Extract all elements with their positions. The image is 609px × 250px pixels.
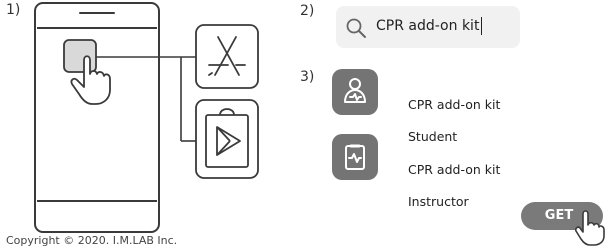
- instructor-app-icon[interactable]: [332, 134, 378, 180]
- app-label-instructor: CPR add-on kit Instructor: [408, 146, 500, 226]
- app-result-instructor[interactable]: CPR add-on kit Instructor: [332, 134, 532, 209]
- app-result-student[interactable]: CPR add-on kit Student: [332, 69, 532, 144]
- search-icon: [346, 18, 366, 38]
- app-name: CPR add-on kit: [408, 97, 501, 112]
- phone-illustration: [34, 2, 160, 233]
- copyright-text: Copyright © 2020. I.M.LAB Inc.: [6, 234, 178, 247]
- app-variant: Instructor: [408, 194, 469, 209]
- app-name: CPR add-on kit: [408, 162, 501, 177]
- connector-lines: [96, 56, 196, 142]
- pointer-hand-icon: [575, 210, 605, 246]
- app-tile-on-screen: [63, 39, 97, 73]
- app-store-icon: [195, 24, 259, 89]
- student-app-icon[interactable]: [332, 69, 378, 115]
- search-bar[interactable]: CPR add-on kit: [336, 6, 520, 48]
- play-store-icon: [195, 99, 259, 179]
- phone-body: [34, 2, 160, 233]
- search-query-text[interactable]: CPR add-on kit: [376, 17, 483, 35]
